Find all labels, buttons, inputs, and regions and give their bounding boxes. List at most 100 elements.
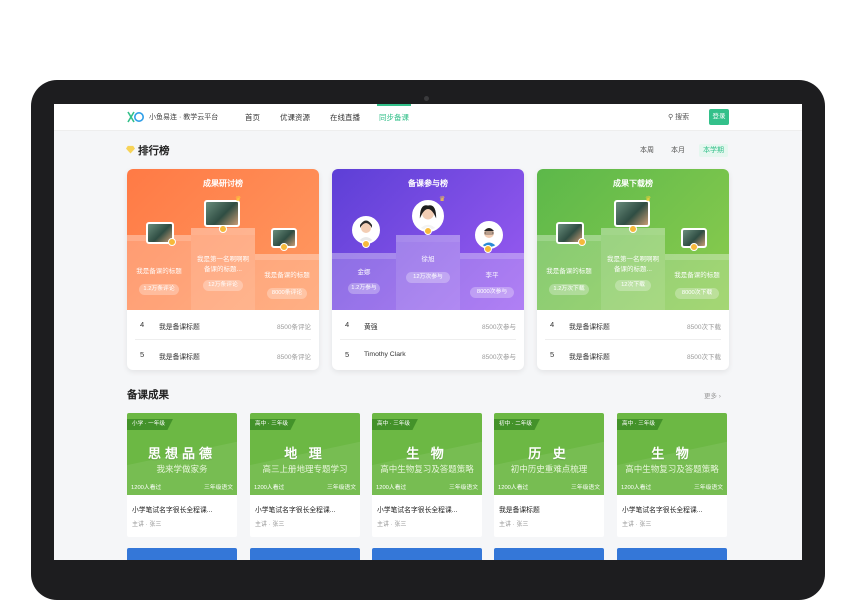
- result-card[interactable]: 高中 · 三年级 生 物 高中生物复习及答题策略 1200人看过 三年级语文 小…: [372, 413, 482, 537]
- result-card[interactable]: [250, 548, 360, 560]
- card-grade: 三年级语文: [449, 485, 478, 491]
- podium-3: [460, 259, 524, 310]
- crown-icon: ♛: [235, 196, 242, 203]
- medal-2-icon: [578, 238, 586, 246]
- result-card[interactable]: [617, 548, 727, 560]
- podium-1-label: 我是第一名啊啊啊备课的标题...: [607, 256, 659, 273]
- card-author: 主讲 · 张三: [622, 522, 652, 528]
- board-title: 成果研讨榜: [203, 179, 243, 188]
- nav-home[interactable]: 首页: [245, 104, 260, 131]
- result-card[interactable]: 高中 · 三年级 地 理 高三上册地理专题学习 1200人看过 三年级语文 小学…: [250, 413, 360, 537]
- period-week[interactable]: 本周: [640, 144, 654, 157]
- podium-3-label: 我是备课的标题: [264, 272, 310, 279]
- crown-icon: ♛: [645, 196, 652, 203]
- logo-icon: [127, 111, 144, 123]
- list-item[interactable]: 4 我是备课标题 8500次下载: [545, 310, 721, 340]
- podium-1-count: 12次下载: [615, 280, 651, 291]
- podium-2-label: 我是备课的标题: [546, 268, 592, 275]
- card-grade: 三年级语文: [204, 485, 233, 491]
- card-tag: 初中 · 二年级: [494, 419, 540, 430]
- podium-1-count: 12万次参与: [406, 272, 450, 283]
- list-item[interactable]: 4 黄强 8500次参与: [340, 310, 516, 340]
- card-views: 1200人看过: [621, 485, 652, 491]
- medal-1-icon: [219, 225, 227, 233]
- card-views: 1200人看过: [498, 485, 529, 491]
- thumbnail-1: [614, 200, 650, 227]
- nav-resources[interactable]: 优课资源: [280, 104, 310, 131]
- podium-2-label: 金娜: [357, 269, 371, 276]
- list-item[interactable]: 5 我是备课标题 8500条评论: [135, 340, 311, 370]
- result-card[interactable]: [494, 548, 604, 560]
- thumbnail-1: [204, 200, 240, 227]
- card-author: 主讲 · 张三: [499, 522, 529, 528]
- card-subject: 生 物: [406, 446, 448, 461]
- list-item[interactable]: 5 Timothy Clark 8500次参与: [340, 340, 516, 370]
- card-subject: 历 史: [528, 446, 570, 461]
- period-semester[interactable]: 本学期: [699, 144, 728, 157]
- period-month[interactable]: 本月: [671, 144, 685, 157]
- medal-2-icon: [168, 238, 176, 246]
- result-card[interactable]: [372, 548, 482, 560]
- card-cover: 高中 · 三年级 地 理 高三上册地理专题学习 1200人看过 三年级语文: [250, 413, 360, 495]
- board-header: 备课参与榜 ♛ 金娜 1.2万参与 徐旭 12万次参与 李平 8000次参与: [332, 169, 524, 310]
- camera-dot: [424, 96, 429, 101]
- board-title: 备课参与榜: [408, 179, 448, 188]
- podium-3-count: 8000条评论: [267, 288, 307, 299]
- card-cover: 小学 · 一年级 思想品德 我来学做家务 1200人看过 三年级语文: [127, 413, 237, 495]
- card-author: 主讲 · 张三: [132, 522, 162, 528]
- list-item[interactable]: 4 我是备课标题 8500条评论: [135, 310, 311, 340]
- card-topic: 高三上册地理专题学习: [262, 464, 348, 474]
- board-downloads: 成果下载榜 ♛ 我是备课的标题 1.2万次下载 我是第一名啊啊啊备课的标题...…: [537, 169, 729, 370]
- brand-name: 小鱼易连 · 教学云平台: [149, 114, 219, 121]
- diamond-icon: [126, 145, 135, 154]
- card-views: 1200人看过: [131, 485, 162, 491]
- card-title: 小学笔试名字很长全程课...: [622, 507, 703, 514]
- medal-3-icon: [690, 243, 698, 251]
- medal-2-icon: [362, 240, 370, 248]
- card-author: 主讲 · 张三: [255, 522, 285, 528]
- card-views: 1200人看过: [254, 485, 285, 491]
- podium-1-label: 我是第一名啊啊啊备课的标题...: [197, 256, 249, 273]
- card-tag: 高中 · 三年级: [617, 419, 663, 430]
- card-grade: 三年级语文: [694, 485, 723, 491]
- result-card[interactable]: 初中 · 二年级 历 史 初中历史重难点梳理 1200人看过 三年级语文 我是备…: [494, 413, 604, 537]
- podium-3: [665, 260, 729, 310]
- podium-1-count: 12万条评论: [203, 280, 243, 291]
- board-header: 成果下载榜 ♛ 我是备课的标题 1.2万次下载 我是第一名啊啊啊备课的标题...…: [537, 169, 729, 310]
- medal-3-icon: [280, 243, 288, 251]
- results-title: 备课成果: [127, 389, 169, 401]
- result-card[interactable]: 高中 · 三年级 生 物 高中生物复习及答题策略 1200人看过 三年级语文 小…: [617, 413, 727, 537]
- search-button[interactable]: ⚲ 搜索: [668, 112, 689, 122]
- card-cover: 高中 · 三年级 生 物 高中生物复习及答题策略 1200人看过 三年级语文: [372, 413, 482, 495]
- card-subject: 思想品德: [147, 446, 216, 461]
- card-title: 我是备课标题: [499, 507, 540, 514]
- board-title: 成果下载榜: [613, 179, 653, 188]
- more-link[interactable]: 更多 ›: [704, 390, 721, 400]
- card-tag: 小学 · 一年级: [127, 419, 173, 430]
- result-card[interactable]: [127, 548, 237, 560]
- card-topic: 初中历史重难点梳理: [510, 464, 588, 474]
- card-cover: 初中 · 二年级 历 史 初中历史重难点梳理 1200人看过 三年级语文: [494, 413, 604, 495]
- card-subject: 地 理: [284, 446, 326, 461]
- card-subject: 生 物: [651, 446, 693, 461]
- card-cover: 高中 · 三年级 生 物 高中生物复习及答题策略 1200人看过 三年级语文: [617, 413, 727, 495]
- crown-icon: ♛: [439, 196, 446, 203]
- medal-1-icon: [424, 227, 432, 235]
- card-author: 主讲 · 张三: [377, 522, 407, 528]
- podium-1-label: 徐旭: [421, 256, 435, 263]
- list-item[interactable]: 5 我是备课标题 8500次下载: [545, 340, 721, 370]
- board-header: 成果研讨榜 ♛ 我是备课的标题 1.2万条评论 我是第一名啊啊啊备课的标题...…: [127, 169, 319, 310]
- card-topic: 高中生物复习及答题策略: [625, 464, 719, 474]
- nav-live[interactable]: 在线直播: [330, 104, 360, 131]
- search-icon: ⚲: [668, 114, 674, 121]
- podium-2-count: 1.2万次下载: [549, 284, 589, 295]
- podium-3-label: 我是备课的标题: [674, 272, 720, 279]
- login-button[interactable]: 登录: [709, 109, 729, 125]
- podium-3: [255, 260, 319, 310]
- podium-2-label: 我是备课的标题: [136, 268, 182, 275]
- board-participation: 备课参与榜 ♛ 金娜 1.2万参与 徐旭 12万次参与 李平 8000次参与 4…: [332, 169, 524, 370]
- result-card[interactable]: 小学 · 一年级 思想品德 我来学做家务 1200人看过 三年级语文 小学笔试名…: [127, 413, 237, 537]
- medal-1-icon: [629, 225, 637, 233]
- card-title: 小学笔试名字很长全程课...: [377, 507, 458, 514]
- nav-sync-prep[interactable]: 同步备课: [377, 104, 411, 131]
